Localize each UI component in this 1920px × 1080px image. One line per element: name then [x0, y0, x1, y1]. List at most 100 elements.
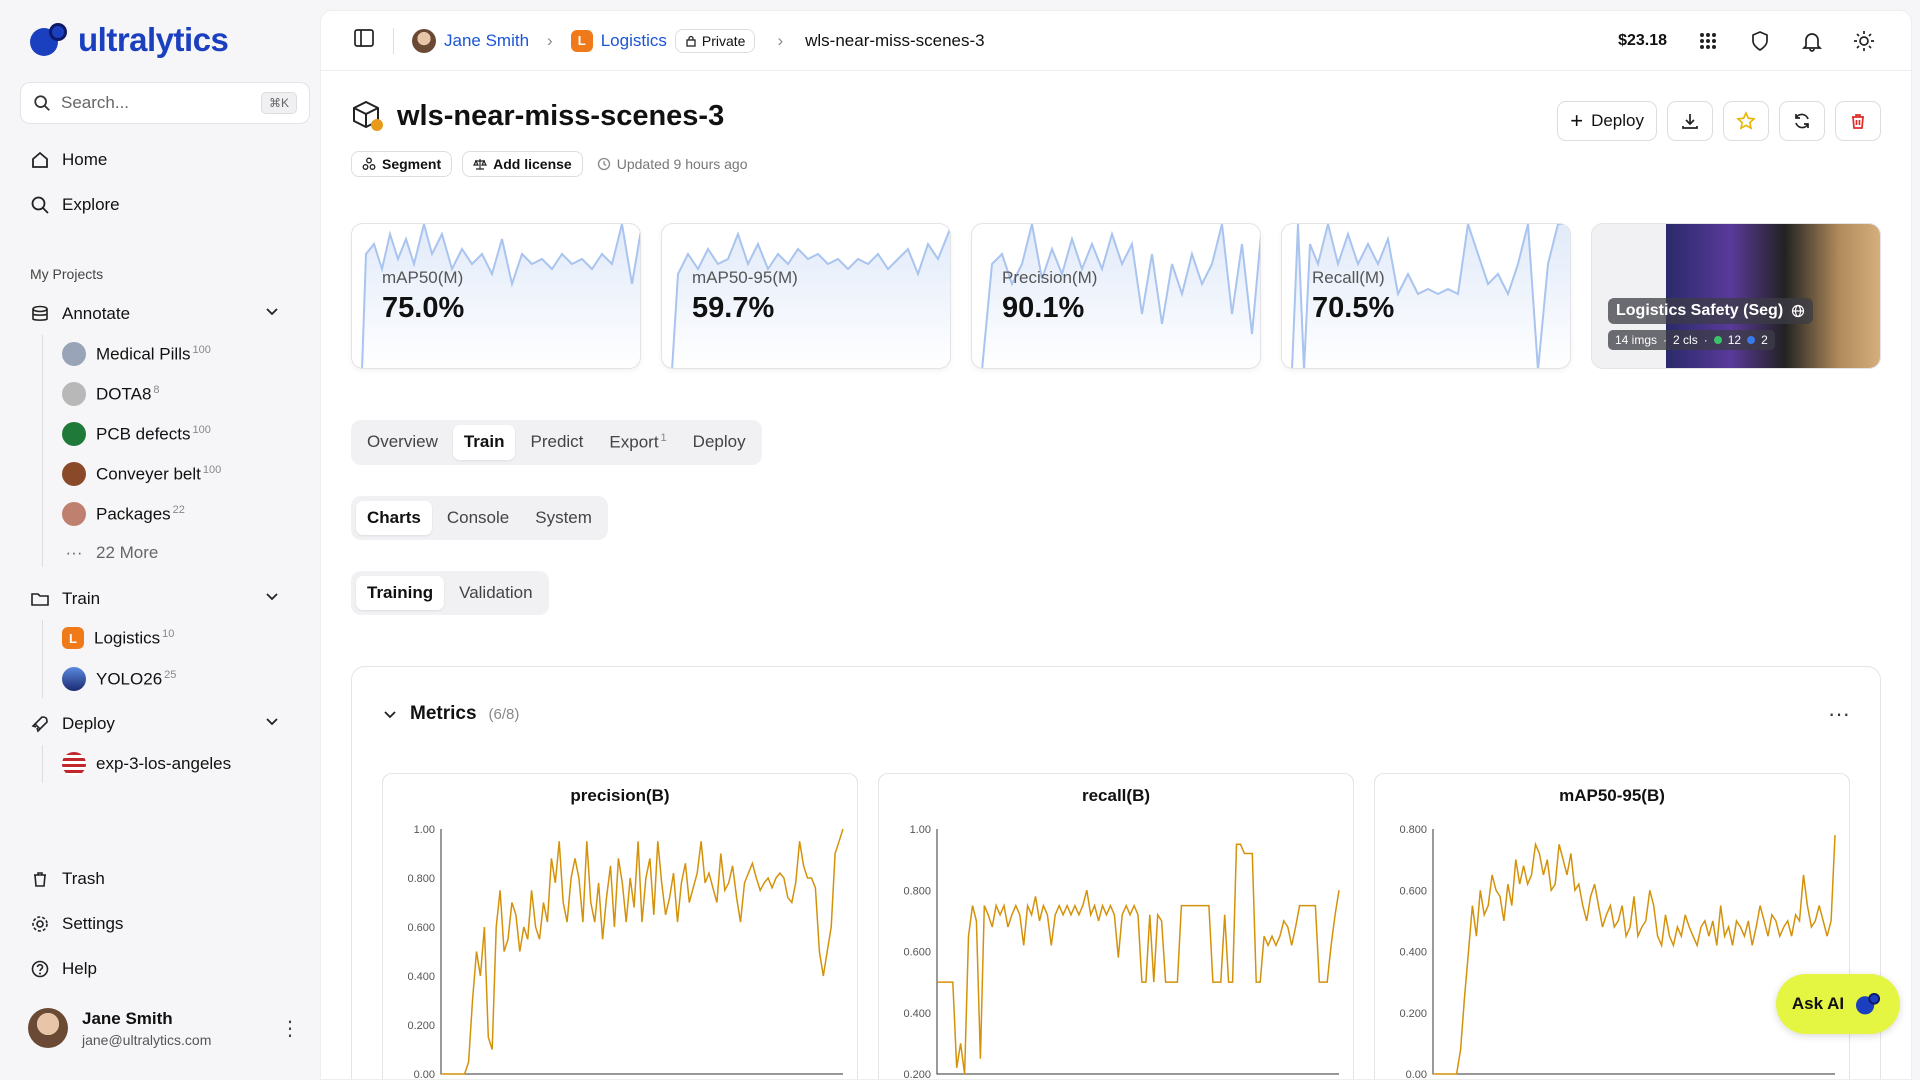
- ask-ai-button[interactable]: Ask AI: [1776, 974, 1900, 1034]
- trash-icon: [1852, 114, 1864, 129]
- user-profile[interactable]: Jane Smith jane@ultralytics.com ⋮: [28, 1008, 300, 1048]
- nav-trash[interactable]: Trash: [30, 869, 105, 889]
- tab-train[interactable]: Train: [452, 425, 516, 460]
- project-label: DOTA8: [96, 384, 152, 404]
- tab-console[interactable]: Console: [436, 501, 520, 535]
- clock-icon: [597, 157, 610, 171]
- nav-home[interactable]: Home: [30, 150, 107, 170]
- breadcrumb-model: wls-near-miss-scenes-3: [805, 30, 985, 50]
- series-line: [1433, 835, 1836, 1075]
- stat-label: mAP50-95(M): [692, 268, 798, 287]
- y-tick-label: 0.400: [903, 1008, 931, 1020]
- search-box[interactable]: Search... ⌘K: [20, 82, 310, 124]
- nav-trash-label: Trash: [62, 869, 105, 888]
- group-deploy[interactable]: Deploy: [30, 713, 280, 734]
- chevron-down-icon[interactable]: [264, 588, 280, 609]
- stat-card-recall[interactable]: Recall(M) 70.5%: [1281, 223, 1571, 369]
- main-tabs: Overview Train Predict Export 1 Deploy: [351, 420, 762, 465]
- breadcrumb-project[interactable]: Logistics: [601, 31, 667, 51]
- more-horizontal-icon[interactable]: ···: [1828, 701, 1850, 727]
- tab-training[interactable]: Training: [356, 576, 445, 610]
- nav-help[interactable]: Help: [30, 959, 97, 979]
- y-tick-label: 1.00: [414, 824, 435, 836]
- license-button[interactable]: Add license: [462, 151, 583, 177]
- tree-line: [42, 745, 43, 783]
- deployment-exp-3-los-angeles[interactable]: exp-3-los-angeles: [62, 752, 231, 776]
- delete-button[interactable]: [1835, 101, 1881, 141]
- stat-card-precision[interactable]: Precision(M) 90.1%: [971, 223, 1261, 369]
- help-icon: [31, 960, 49, 978]
- project-medical-pills[interactable]: Medical Pills 100: [62, 342, 211, 366]
- tab-validation[interactable]: Validation: [448, 576, 543, 610]
- segment-icon: [362, 157, 376, 170]
- breadcrumb-user[interactable]: Jane Smith: [444, 31, 529, 51]
- project-conveyer-belt[interactable]: Conveyer belt 100: [62, 462, 221, 486]
- top-right-actions: $23.18: [1618, 11, 1875, 71]
- tab-deploy[interactable]: Deploy: [682, 425, 757, 460]
- more-projects-label: 22 More: [96, 543, 159, 562]
- dataset-blue-count: 2: [1761, 333, 1768, 347]
- project-packages[interactable]: Packages 22: [62, 502, 185, 526]
- sidebar-toggle-icon[interactable]: [353, 27, 375, 54]
- license-label: Add license: [493, 156, 572, 172]
- project-thumbnail: [62, 462, 86, 486]
- download-button[interactable]: [1667, 101, 1713, 141]
- chart-svg: 0.000.2000.4000.6000.8001.00020406080100…: [407, 824, 844, 1079]
- tab-overview[interactable]: Overview: [356, 425, 449, 460]
- visibility-badge[interactable]: Private: [674, 28, 756, 53]
- deploy-button[interactable]: + Deploy: [1557, 101, 1657, 141]
- tab-system[interactable]: System: [524, 501, 603, 535]
- stat-card-map50[interactable]: mAP50(M) 75.0%: [351, 223, 641, 369]
- chevron-down-icon[interactable]: [382, 706, 398, 722]
- stat-card-map50-95[interactable]: mAP50-95(M) 59.7%: [661, 223, 951, 369]
- ask-ai-label: Ask AI: [1791, 994, 1845, 1013]
- y-tick-label: 0.400: [1399, 947, 1427, 959]
- plus-icon: +: [1570, 108, 1584, 133]
- tab-export[interactable]: Export 1: [598, 425, 677, 460]
- project-pcb-defects[interactable]: PCB defects 100: [62, 422, 211, 446]
- sidebar: ultralytics Search... ⌘K Home Explore My…: [0, 0, 320, 1080]
- tab-export-label: Export: [609, 432, 659, 452]
- project-dota8[interactable]: DOTA8 8: [62, 382, 160, 406]
- task-label: Segment: [382, 156, 442, 172]
- logo[interactable]: ultralytics: [28, 20, 229, 60]
- us-flag-icon: [62, 752, 86, 776]
- more-vertical-icon[interactable]: ⋮: [280, 1016, 300, 1041]
- search-placeholder[interactable]: Search...: [61, 93, 251, 113]
- project-thumbnail: [62, 667, 86, 691]
- task-badge[interactable]: Segment: [351, 151, 453, 177]
- nav-explore[interactable]: Explore: [30, 195, 120, 215]
- tab-predict[interactable]: Predict: [519, 425, 594, 460]
- deployment-label: exp-3-los-angeles: [96, 754, 232, 773]
- chevron-down-icon[interactable]: [264, 713, 280, 734]
- more-projects[interactable]: ··· 22 More: [62, 543, 159, 563]
- sun-icon[interactable]: [1853, 30, 1875, 52]
- group-annotate-label: Annotate: [62, 303, 131, 323]
- group-deploy-label: Deploy: [62, 713, 115, 733]
- group-annotate[interactable]: Annotate: [30, 303, 280, 324]
- bell-icon[interactable]: [1801, 30, 1823, 52]
- dataset-card[interactable]: Logistics Safety (Seg) 14 imgs · 2 cls ·…: [1591, 223, 1881, 369]
- model-cube-icon: [353, 100, 383, 131]
- star-button[interactable]: [1723, 101, 1769, 141]
- stat-cards: mAP50(M) 75.0% mAP50-95(M) 59.7% Precisi…: [351, 223, 1881, 369]
- shield-icon[interactable]: [1749, 30, 1771, 52]
- balance[interactable]: $23.18: [1618, 32, 1667, 50]
- metrics-header[interactable]: Metrics (6/8): [382, 703, 519, 725]
- group-train[interactable]: Train: [30, 588, 280, 609]
- project-count: 8: [153, 383, 160, 396]
- tab-charts[interactable]: Charts: [356, 501, 432, 535]
- stat-label: Precision(M): [1002, 268, 1098, 287]
- stat-value: 70.5%: [1312, 292, 1395, 324]
- chevron-down-icon[interactable]: [264, 303, 280, 324]
- nav-help-label: Help: [62, 959, 97, 978]
- star-icon: [1736, 111, 1756, 130]
- refresh-button[interactable]: [1779, 101, 1825, 141]
- class-dot-green: [1713, 336, 1722, 344]
- lock-icon: [686, 35, 696, 47]
- project-yolo26[interactable]: YOLO26 25: [62, 667, 176, 691]
- project-thumbnail: [62, 502, 86, 526]
- apps-grid-icon[interactable]: [1697, 30, 1719, 52]
- project-logistics[interactable]: L Logistics 10: [62, 627, 174, 649]
- nav-settings[interactable]: Settings: [30, 914, 123, 934]
